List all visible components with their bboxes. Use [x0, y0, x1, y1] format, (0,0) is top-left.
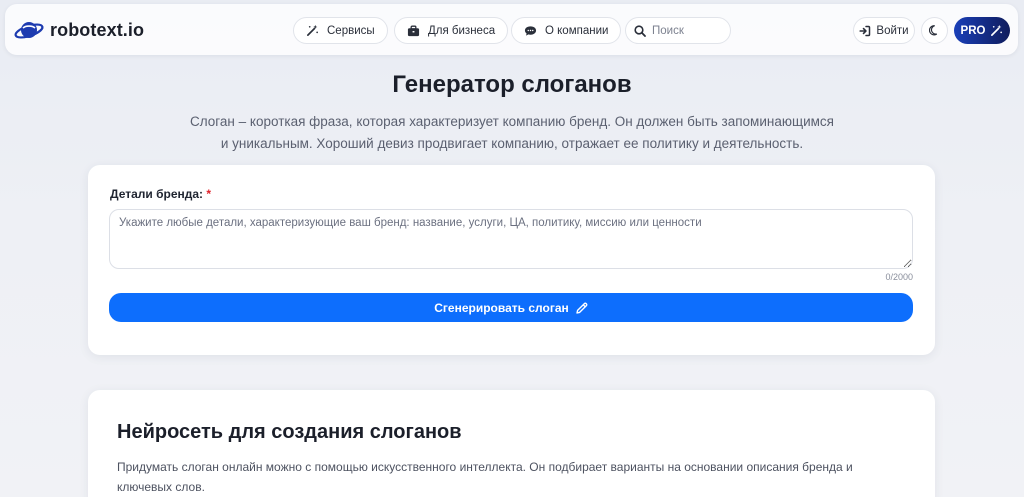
pro-label: PRO	[960, 24, 986, 37]
generate-slogan-button[interactable]: Сгенерировать слоган	[109, 293, 913, 322]
sign-in-icon	[859, 25, 871, 36]
magic-wand-icon	[991, 24, 1003, 36]
magic-wand-icon	[307, 24, 318, 36]
search-box[interactable]	[625, 17, 731, 44]
pro-button[interactable]: PRO	[954, 17, 1010, 44]
nav-business-label: Для бизнеса	[428, 24, 496, 37]
logo-text: robotext.io	[50, 19, 145, 40]
nav-business-button[interactable]: Для бизнеса	[394, 17, 509, 44]
char-counter: 0/2000	[885, 272, 913, 282]
chat-bubble-icon	[524, 25, 537, 36]
generator-form-card: Детали бренда: * 0/2000 Сгенерировать сл…	[88, 165, 935, 355]
login-button[interactable]: Войти	[853, 17, 915, 44]
nav-about-button[interactable]: О компании	[511, 17, 622, 44]
page-title: Генератор слоганов	[392, 71, 632, 98]
login-label: Войти	[876, 24, 909, 37]
page-description: Слоган – короткая фраза, которая характе…	[190, 114, 834, 151]
generate-slogan-label: Сгенерировать слоган	[434, 300, 569, 315]
moon-icon	[929, 25, 938, 36]
nav-about-label: О компании	[545, 24, 609, 37]
required-mark: *	[206, 187, 212, 201]
info-text: Придумать слоган онлайн можно с помощью …	[117, 460, 853, 494]
nav-services-button[interactable]: Сервисы	[293, 17, 388, 44]
search-input[interactable]	[652, 24, 722, 37]
top-navbar: robotext.io Сервисы Для бизнеса О компан…	[5, 4, 1018, 55]
pencil-icon	[576, 302, 588, 314]
logo[interactable]: robotext.io	[14, 15, 144, 45]
search-icon	[634, 24, 646, 37]
brand-details-textarea[interactable]	[109, 209, 913, 269]
brand-details-label-text: Детали бренда:	[110, 187, 204, 201]
planet-logo-icon	[14, 22, 44, 39]
briefcase-icon	[407, 25, 420, 36]
theme-toggle-button[interactable]	[921, 17, 948, 44]
info-card: Нейросеть для создания слоганов Придумат…	[88, 390, 935, 497]
brand-details-label: Детали бренда: *	[110, 187, 211, 201]
nav-services-label: Сервисы	[327, 24, 375, 37]
info-title: Нейросеть для создания слоганов	[117, 421, 462, 443]
